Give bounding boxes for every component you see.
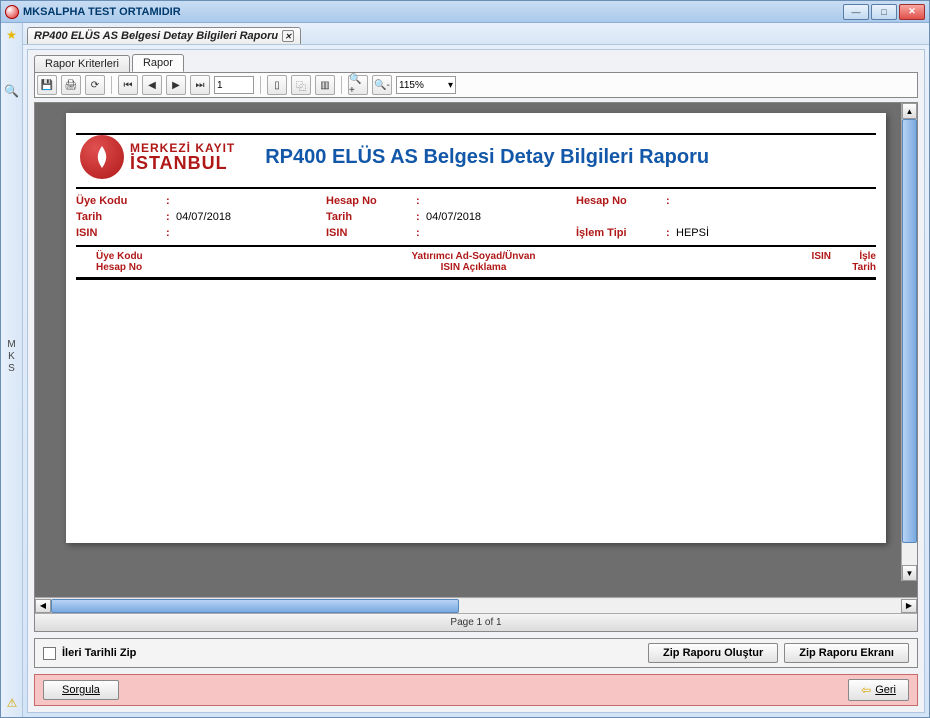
- logo-block: MERKEZİ KAYIT İSTANBUL: [80, 135, 235, 179]
- document-tab-close-icon[interactable]: ✕: [282, 30, 294, 42]
- zoom-value: 115%: [399, 80, 424, 91]
- zoom-select[interactable]: 115% ▾: [396, 76, 456, 94]
- print-icon[interactable]: 🖨: [61, 75, 81, 95]
- zoom-in-icon[interactable]: 🔍+: [348, 75, 368, 95]
- criteria-value-hesap-no-2: [676, 195, 776, 207]
- prev-page-icon[interactable]: ◀: [142, 75, 162, 95]
- separator: [260, 76, 261, 94]
- document-tab-label: RP400 ELÜS AS Belgesi Detay Bilgileri Ra…: [34, 30, 278, 42]
- facing-page-icon[interactable]: ▥: [315, 75, 335, 95]
- left-sidebar: ★ 🔍 MKS: [1, 23, 23, 717]
- page-indicator: Page 1 of 1: [35, 613, 917, 631]
- criteria-label-isin-1: ISIN: [76, 227, 166, 239]
- zip-raporu-ekrani-button[interactable]: Zip Raporu Ekranı: [784, 643, 909, 663]
- criteria-value-hesap-no-1: [426, 195, 576, 207]
- sorgula-button[interactable]: Sorgula: [43, 680, 119, 700]
- criteria-value-isin-2: [426, 227, 576, 239]
- ileri-tarihli-zip-checkbox[interactable]: [43, 647, 56, 660]
- window-buttons: — □ ✕: [843, 4, 925, 20]
- criteria-value-uye-kodu: [176, 195, 326, 207]
- table-header: Üye Kodu Yatırımcı Ad-Soyad/Ünvan ISIN İ…: [76, 247, 876, 280]
- tab-rapor[interactable]: Rapor: [132, 54, 184, 72]
- arrow-back-icon: ⇦: [861, 683, 871, 697]
- favorite-icon[interactable]: ★: [4, 27, 20, 43]
- geri-button[interactable]: ⇦ Geri: [848, 679, 909, 701]
- first-page-icon[interactable]: ⏮: [118, 75, 138, 95]
- criteria-label-hesap-no-2: Hesap No: [576, 195, 666, 207]
- criteria-label-islem-tipi: İşlem Tipi: [576, 227, 666, 239]
- col-hesap-no: Hesap No: [76, 262, 176, 273]
- inner-tabs: Rapor Kriterleri Rapor: [28, 50, 924, 72]
- scroll-up-icon[interactable]: ▲: [902, 103, 917, 119]
- report-toolbar: 💾 🖨 ⟳ ⏮ ◀ ▶ ⏭ ▯ ⿻ ▥ 🔍+ 🔍-: [34, 72, 918, 98]
- tab-rapor-kriterleri[interactable]: Rapor Kriterleri: [34, 55, 130, 72]
- search-icon[interactable]: 🔍: [4, 83, 20, 99]
- inner-panel: Rapor Kriterleri Rapor 💾 🖨 ⟳ ⏮ ◀ ▶ ⏭ ▯ ⿻: [27, 49, 925, 713]
- criteria-label-uye-kodu: Üye Kodu: [76, 195, 166, 207]
- document-tab[interactable]: RP400 ELÜS AS Belgesi Detay Bilgileri Ra…: [27, 27, 301, 44]
- logo-text: MERKEZİ KAYIT İSTANBUL: [130, 142, 235, 172]
- col-islem: İşle: [831, 251, 876, 262]
- main-window: MKSALPHA TEST ORTAMIDIR — □ ✕ ★ 🔍 MKS ⚠ …: [0, 0, 930, 718]
- zip-panel: İleri Tarihli Zip Zip Raporu Oluştur Zip…: [34, 638, 918, 668]
- geri-label: Geri: [875, 684, 896, 696]
- minimize-button[interactable]: —: [843, 4, 869, 20]
- separator: [341, 76, 342, 94]
- criteria-label-hesap-no-1: Hesap No: [326, 195, 416, 207]
- report-scroll-area[interactable]: MERKEZİ KAYIT İSTANBUL RP400 ELÜS AS Bel…: [35, 103, 917, 597]
- chevron-down-icon: ▾: [448, 80, 453, 91]
- report-page: MERKEZİ KAYIT İSTANBUL RP400 ELÜS AS Bel…: [66, 113, 886, 543]
- criteria-value-islem-tipi: HEPSİ: [676, 227, 776, 239]
- separator: [111, 76, 112, 94]
- criteria-value-tarih-2: 04/07/2018: [426, 211, 576, 223]
- col-tarih: Tarih: [771, 262, 876, 273]
- zip-raporu-olustur-button[interactable]: Zip Raporu Oluştur: [648, 643, 778, 663]
- horizontal-scrollbar[interactable]: ◀ ▶: [35, 597, 917, 613]
- content-area: RP400 ELÜS AS Belgesi Detay Bilgileri Ra…: [23, 23, 929, 717]
- next-page-icon[interactable]: ▶: [166, 75, 186, 95]
- bottom-panel: Sorgula ⇦ Geri: [34, 674, 918, 706]
- app-icon: [5, 5, 19, 19]
- criteria-value-tarih-1: 04/07/2018: [176, 211, 326, 223]
- ileri-tarihli-zip-label: İleri Tarihli Zip: [62, 647, 642, 659]
- mks-label: MKS: [7, 339, 15, 375]
- report-criteria: Üye Kodu : Hesap No : Hesap No : Tarih: [76, 187, 876, 247]
- col-isin: ISIN: [771, 251, 831, 262]
- document-tab-strip: RP400 ELÜS AS Belgesi Detay Bilgileri Ra…: [23, 23, 929, 45]
- criteria-label-tarih-2: Tarih: [326, 211, 416, 223]
- scroll-left-icon[interactable]: ◀: [35, 599, 51, 613]
- col-yatirimci: Yatırımcı Ad-Soyad/Ünvan: [176, 251, 771, 262]
- logo-icon: [80, 135, 124, 179]
- page-number-input[interactable]: [214, 76, 254, 94]
- col-isin-aciklama: ISIN Açıklama: [176, 262, 771, 273]
- h-scroll-thumb[interactable]: [51, 599, 459, 613]
- window-title: MKSALPHA TEST ORTAMIDIR: [23, 6, 843, 18]
- close-button[interactable]: ✕: [899, 4, 925, 20]
- main-area: ★ 🔍 MKS ⚠ RP400 ELÜS AS Belgesi Detay Bi…: [1, 23, 929, 717]
- single-page-icon[interactable]: ▯: [267, 75, 287, 95]
- vertical-scrollbar[interactable]: ▲ ▼: [901, 103, 917, 581]
- save-icon[interactable]: 💾: [37, 75, 57, 95]
- report-viewer: MERKEZİ KAYIT İSTANBUL RP400 ELÜS AS Bel…: [34, 102, 918, 632]
- v-scroll-thumb[interactable]: [902, 119, 917, 543]
- scroll-down-icon[interactable]: ▼: [902, 565, 917, 581]
- maximize-button[interactable]: □: [871, 4, 897, 20]
- zoom-out-icon[interactable]: 🔍-: [372, 75, 392, 95]
- logo-line2: İSTANBUL: [130, 154, 235, 172]
- report-header: MERKEZİ KAYIT İSTANBUL RP400 ELÜS AS Bel…: [76, 133, 876, 187]
- continuous-page-icon[interactable]: ⿻: [291, 75, 311, 95]
- col-uye-kodu: Üye Kodu: [76, 251, 176, 262]
- last-page-icon[interactable]: ⏭: [190, 75, 210, 95]
- scroll-right-icon[interactable]: ▶: [901, 599, 917, 613]
- criteria-label-tarih-1: Tarih: [76, 211, 166, 223]
- refresh-icon[interactable]: ⟳: [85, 75, 105, 95]
- titlebar: MKSALPHA TEST ORTAMIDIR — □ ✕: [1, 1, 929, 23]
- report-title: RP400 ELÜS AS Belgesi Detay Bilgileri Ra…: [235, 146, 872, 169]
- criteria-value-isin-1: [176, 227, 326, 239]
- warning-icon[interactable]: ⚠: [4, 695, 20, 711]
- criteria-label-isin-2: ISIN: [326, 227, 416, 239]
